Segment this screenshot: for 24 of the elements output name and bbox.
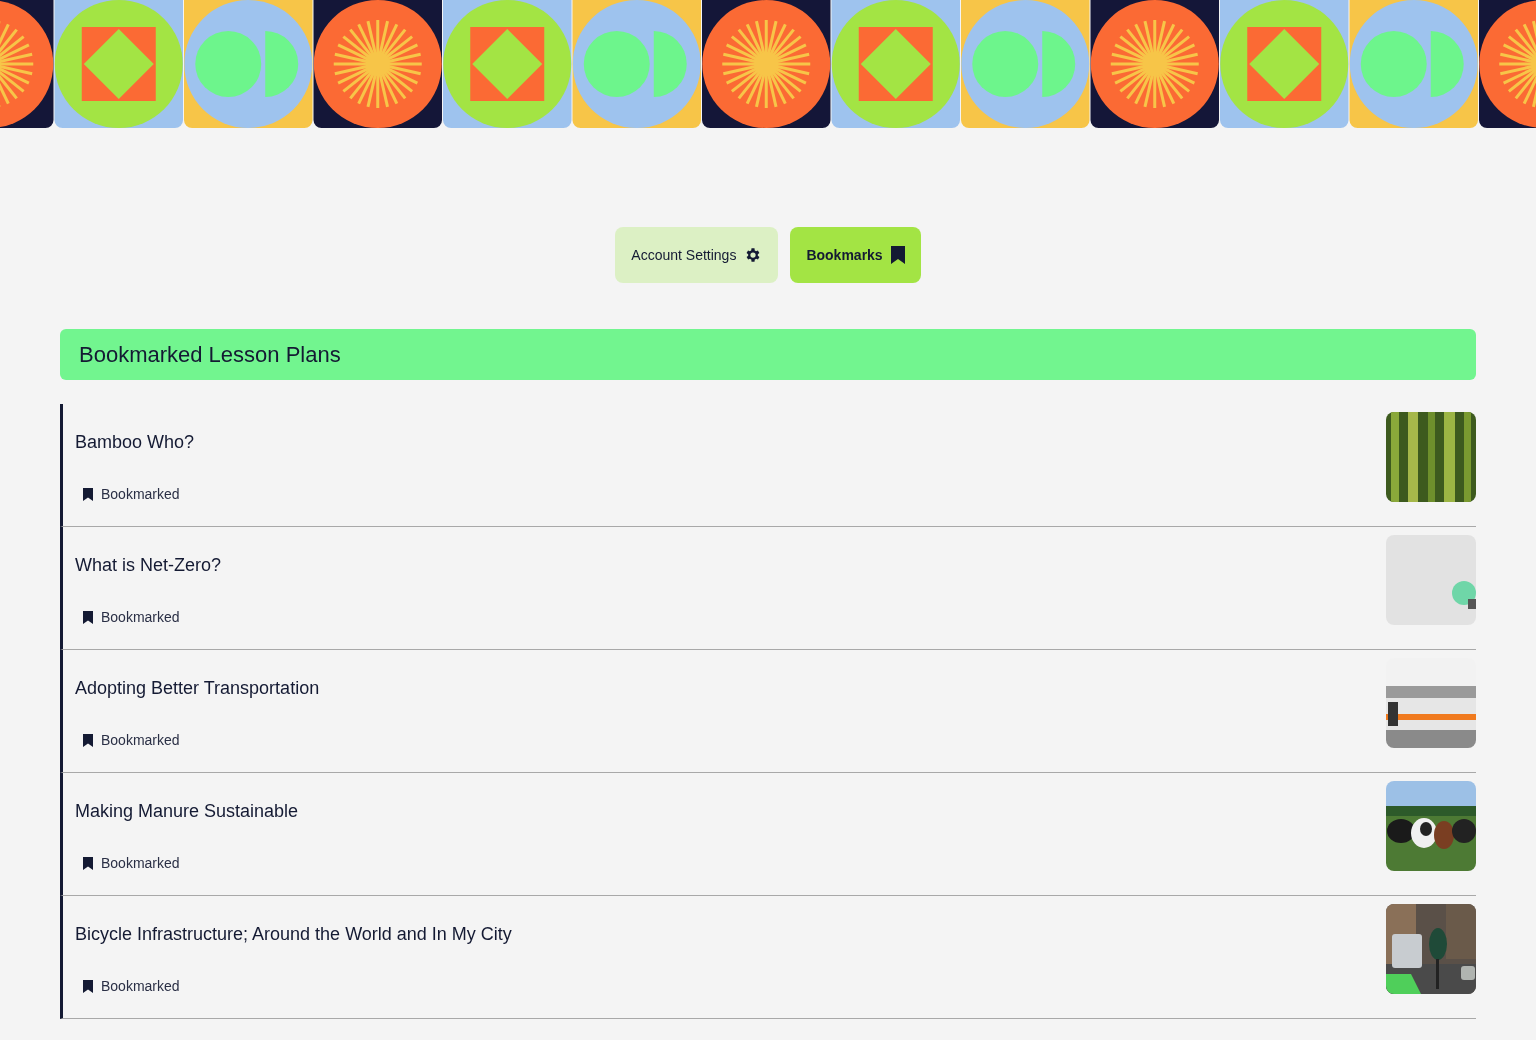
bookmark-status: Bookmarked (101, 977, 180, 996)
bookmark-icon (83, 734, 93, 747)
bookmark-icon (83, 488, 93, 501)
tab[interactable]: Bookmarks (790, 227, 921, 283)
bookmark-status: Bookmarked (101, 485, 180, 504)
lesson-card[interactable]: Making Manure Sustainable Bookmarked (60, 773, 1476, 896)
bookmark-status: Bookmarked (101, 854, 180, 873)
section-header: Bookmarked Lesson Plans (60, 329, 1476, 380)
lesson-card[interactable]: Bicycle Infrastructure; Around the World and In My City Bookmarked (60, 896, 1476, 1019)
lesson-card[interactable]: What is Net-Zero? Bookmarked (60, 527, 1476, 650)
lesson-card[interactable]: Adopting Better Transportation Bookmarked (60, 650, 1476, 773)
tab[interactable]: Account Settings (615, 227, 779, 283)
lesson-title: Adopting Better Transportation (75, 677, 320, 700)
lesson-title: Bamboo Who? (75, 431, 195, 454)
bookmark-status: Bookmarked (101, 731, 180, 750)
lesson-card[interactable]: Bamboo Who? Bookmarked (60, 404, 1476, 527)
bookmark-icon (83, 857, 93, 870)
lesson-title: Making Manure Sustainable (75, 800, 299, 823)
bookmark-icon (890, 246, 905, 264)
bookmark-icon (83, 980, 93, 993)
bookmark-status: Bookmarked (101, 608, 180, 627)
bookmark-icon (83, 611, 93, 624)
lesson-title: What is Net-Zero? (75, 554, 222, 577)
lesson-title: Bicycle Infrastructure; Around the World and In My City (75, 923, 512, 946)
